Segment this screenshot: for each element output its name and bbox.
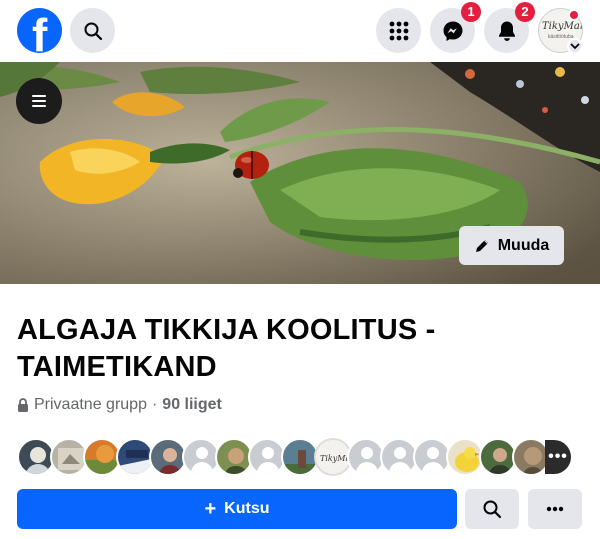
notifications-button[interactable]: 2 bbox=[484, 2, 535, 53]
messenger-icon bbox=[443, 21, 462, 41]
group-meta: Privaatne grupp · 90 liiget bbox=[17, 395, 222, 415]
invite-button[interactable]: + Kutsu bbox=[17, 489, 457, 529]
group-members-count[interactable]: 90 liiget bbox=[162, 396, 222, 414]
messenger-button[interactable]: 1 bbox=[430, 2, 481, 53]
lock-icon bbox=[18, 398, 28, 412]
notifications-badge: 2 bbox=[515, 2, 535, 22]
messenger-badge: 1 bbox=[461, 2, 481, 22]
search-icon bbox=[483, 500, 502, 519]
more-horizontal-icon bbox=[546, 506, 564, 512]
meta-separator: · bbox=[151, 396, 158, 413]
grid-menu-icon bbox=[389, 21, 408, 40]
edit-cover-label: Muuda bbox=[497, 236, 550, 254]
profile-notification-dot bbox=[568, 9, 580, 21]
account-menu-button[interactable] bbox=[567, 38, 583, 54]
cover-menu-button[interactable] bbox=[16, 78, 62, 124]
edit-cover-button[interactable]: Muuda bbox=[459, 226, 564, 265]
group-title: ALGAJA TIKKIJA KOOLITUS - TAIMETIKAND bbox=[17, 314, 436, 383]
invite-label: Kutsu bbox=[224, 500, 270, 517]
group-more-button[interactable] bbox=[528, 489, 582, 529]
group-search-button[interactable] bbox=[465, 489, 519, 529]
search-icon bbox=[84, 22, 102, 40]
search-button[interactable] bbox=[70, 8, 115, 53]
pencil-icon bbox=[475, 239, 488, 252]
facebook-logo[interactable]: f bbox=[17, 8, 62, 53]
plus-icon: + bbox=[204, 498, 217, 520]
top-bar: f 1 2 TikyMari käsitöötuba bbox=[0, 0, 600, 62]
profile-logo-text: TikyMari bbox=[542, 21, 582, 32]
group-privacy[interactable]: Privaatne grupp bbox=[34, 396, 147, 414]
menu-button[interactable] bbox=[376, 8, 421, 53]
bell-icon bbox=[498, 21, 515, 41]
cover-photo: Muuda bbox=[0, 62, 600, 284]
chevron-down-icon bbox=[570, 43, 580, 50]
more-members-button[interactable]: ••• bbox=[545, 438, 573, 476]
facebook-logo-letter: f bbox=[32, 9, 48, 53]
hamburger-icon bbox=[32, 95, 46, 107]
